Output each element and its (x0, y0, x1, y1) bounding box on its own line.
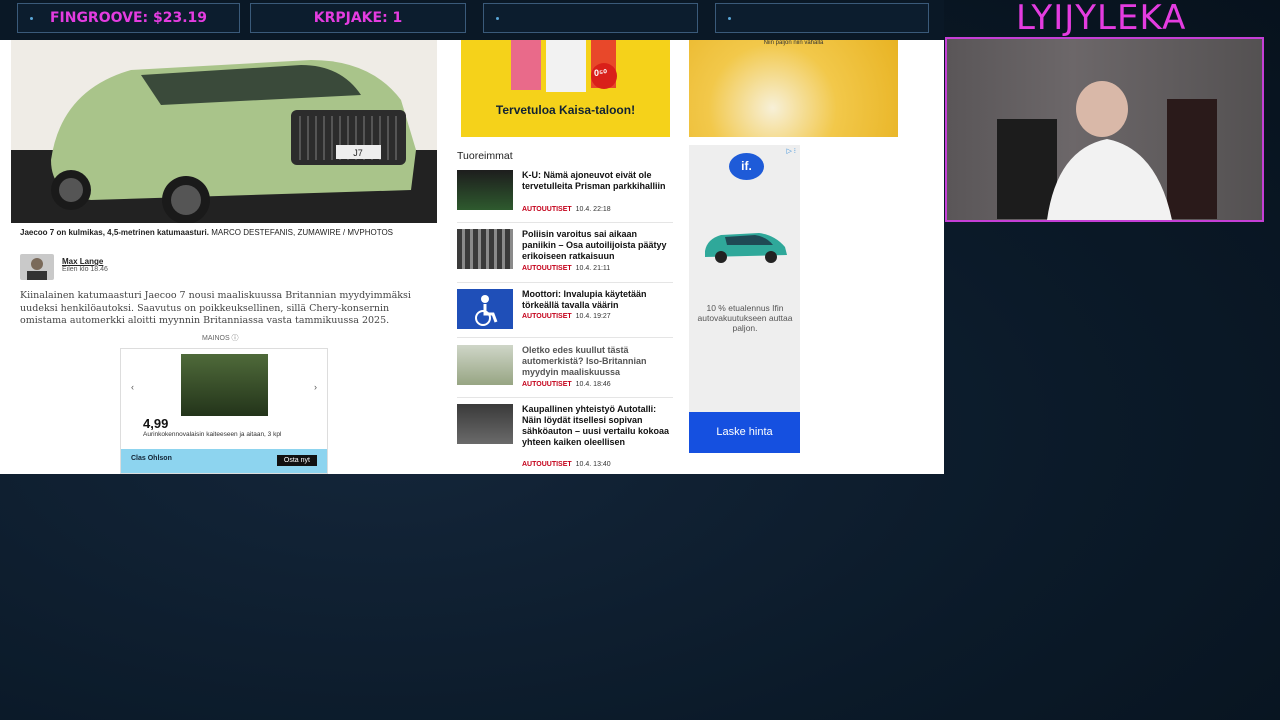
balloon-ad[interactable]: Niin paljon niin vähällä (689, 40, 898, 137)
kaisa-ad-text: Tervetuloa Kaisa-taloon! (495, 103, 636, 117)
kaisa-talo-ad[interactable]: 0⁵⁰ Tervetuloa Kaisa-taloon! (461, 40, 670, 137)
wheelchair-icon (475, 295, 498, 326)
news-thumb (457, 229, 513, 269)
browser-page: J7 Jaecoo 7 on kulmikas, 4,5-metrinen ka… (0, 40, 944, 474)
carousel-prev-icon[interactable]: ‹ (131, 382, 134, 392)
news-thumb (457, 289, 513, 329)
section-title: Tuoreimmat (457, 150, 513, 162)
author-avatar (20, 254, 54, 280)
donation-stat: FINGROOVE: $23.19 (17, 3, 240, 33)
product-image (181, 354, 268, 416)
article-hero-image: J7 (11, 40, 437, 223)
buy-now-button[interactable]: Osta nyt (276, 455, 317, 466)
kaisa-price: 0⁵⁰ (594, 68, 607, 78)
ad-choices-icon[interactable]: ▷ ⁝ (786, 147, 796, 155)
product-price: 4,99 (143, 416, 169, 431)
streamer-name: LYIJYLEKA (1016, 0, 1187, 38)
sub-stat: KRPJAKE: 1 (250, 3, 466, 33)
stat-box-3 (483, 3, 698, 33)
if-insurance-ad[interactable]: ▷ ⁝ if. 10 % etualennus Ifin autovakuutu… (689, 145, 800, 453)
news-item[interactable]: Kaupallinen yhteistyö Autotalli: Näin lö… (457, 404, 673, 474)
article-lead: Kiinalainen katumaasturi Jaecoo 7 nousi … (20, 290, 411, 326)
stat-box-4 (715, 3, 929, 33)
author-name-link[interactable]: Max Lange (62, 257, 103, 266)
product-desc: Aurinkokennovalaisin kaiteeseen ja aitaa… (143, 431, 282, 438)
publish-time: Eilen klo 18.46 (62, 266, 108, 273)
news-item[interactable]: Moottori: Invalupia käytetään törkeällä … (457, 289, 673, 331)
carousel-next-icon[interactable]: › (314, 382, 317, 392)
calculate-price-button[interactable]: Laske hinta (689, 412, 800, 453)
news-item[interactable]: K-U: Nämä ajoneuvot eivät ole tervetulle… (457, 170, 673, 220)
clas-ohlson-ad[interactable]: ‹ › 4,99 Aurinkokennovalaisin kaiteeseen… (120, 348, 328, 474)
ad-label: MAINOS ⓘ (202, 335, 239, 342)
car-icon (705, 233, 787, 263)
news-item[interactable]: Poliisin varoitus sai aikaan paniikin – … (457, 229, 673, 279)
balloon-ad-text: Niin paljon niin vähällä (763, 40, 824, 46)
news-thumb (457, 345, 513, 385)
if-ad-text: 10 % etualennus Ifin autovakuutukseen au… (697, 303, 793, 333)
image-caption: Jaecoo 7 on kulmikas, 4,5-metrinen katum… (20, 228, 393, 237)
clas-ohlson-logo: Clas Ohlson (131, 455, 172, 462)
news-thumb (457, 170, 513, 210)
webcam-feed (945, 37, 1264, 222)
stream-overlay-bar: FINGROOVE: $23.19 KRPJAKE: 1 (0, 0, 944, 40)
news-item[interactable]: Oletko edes kuullut tästä automerkistä? … (457, 345, 673, 395)
news-thumb (457, 404, 513, 444)
if-logo: if. (729, 153, 764, 180)
car-plate: J7 (353, 148, 363, 158)
